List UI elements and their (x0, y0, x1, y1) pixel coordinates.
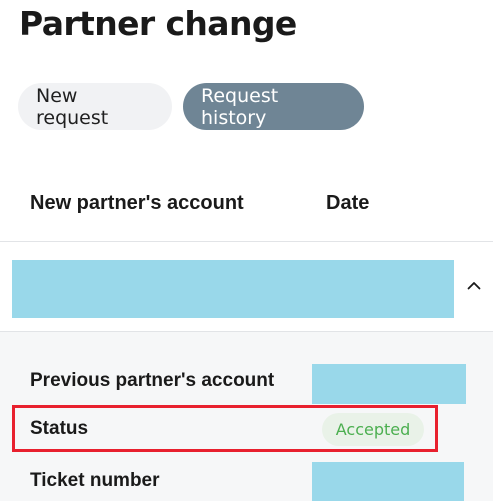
previous-partner-account-label: Previous partner's account (30, 370, 275, 391)
tab-bar: New request Request history (18, 83, 364, 130)
redacted-row-content (12, 260, 454, 318)
column-header-new-partner-account: New partner's account (30, 192, 244, 214)
chevron-up-icon (467, 281, 481, 289)
ticket-number-label: Ticket number (30, 470, 160, 491)
column-header-date: Date (326, 192, 370, 214)
collapse-row-button[interactable] (463, 272, 485, 298)
redacted-previous-account-value (312, 364, 466, 404)
status-badge: Accepted (322, 413, 424, 446)
tab-new-request[interactable]: New request (18, 83, 172, 130)
tab-request-history[interactable]: Request history (183, 83, 364, 130)
status-label: Status (30, 418, 89, 439)
redacted-ticket-number-value (312, 462, 464, 501)
page-title: Partner change (19, 4, 297, 43)
